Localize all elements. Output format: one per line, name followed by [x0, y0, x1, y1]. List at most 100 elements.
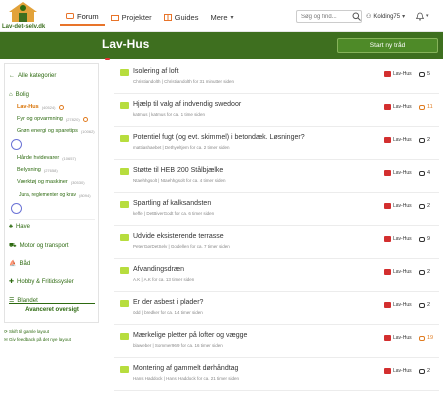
thread-row[interactable]: Er der asbest i plader? ödd | bredker for…	[114, 297, 439, 325]
comment-icon	[419, 368, 425, 374]
sidebar-item-fyr[interactable]: Fyr og opvarmning (27820)	[17, 116, 88, 122]
forum-tag[interactable]: Lav-Hus	[384, 71, 412, 77]
chat-icon	[66, 12, 74, 19]
thread-title[interactable]: Udvide eksisterende terrasse	[133, 233, 224, 240]
sidebar-item-label: Hårde hvidevarer	[17, 155, 60, 161]
puzzle-icon: ✚	[9, 279, 15, 285]
forum-icon	[384, 137, 391, 143]
thread-title[interactable]: Potentiel fugt (og evt. skimmel) i beton…	[133, 134, 305, 141]
sidebar-item-bolig[interactable]: ⌂ Bolig	[9, 92, 29, 98]
sidebar-item-belysning[interactable]: Belysning (27658)	[17, 167, 58, 173]
sidebar-item-label: Hobby & Fritidssysler	[17, 278, 74, 285]
layout-links: ⟳ Skift til gamle layout ✉ Giv feedback …	[4, 329, 71, 345]
top-bar: Lav-det-selv.dk Forum Projekter Guides M…	[0, 0, 443, 32]
thread-row[interactable]: Støtte til HEB 200 Stålbjælke Ntaehhgsolt…	[114, 165, 439, 193]
thread-row[interactable]: Montering af gammelt dørhåndtag Hans Hadd…	[114, 363, 439, 391]
user-menu[interactable]: ⚇ Kolding75 ▾	[366, 13, 405, 21]
divider	[9, 219, 95, 220]
thread-title[interactable]: Isolering af loft	[133, 68, 179, 75]
nav-guides[interactable]: Guides	[158, 8, 205, 26]
thread-meta: ödd | bredker for ca. 14 timer siden	[133, 310, 203, 315]
site-logo[interactable]: Lav-det-selv.dk	[2, 1, 48, 31]
nav-projekter-label: Projekter	[121, 12, 152, 22]
thread-row[interactable]: Mærkelige pletter på lofter og vægge blaw…	[114, 330, 439, 358]
book-icon	[163, 13, 172, 21]
forum-tag[interactable]: Lav-Hus	[384, 170, 412, 176]
sidebar-item-hobby[interactable]: ✚ Hobby & Fritidssysler	[9, 278, 74, 286]
annotation-circle	[11, 203, 22, 214]
sidebar-item-lav-hus[interactable]: Lav-Hus (40524)	[17, 104, 64, 110]
new-thread-button[interactable]: Start ny tråd	[337, 38, 438, 53]
sidebar-item-label: Lav-Hus	[17, 104, 39, 110]
comment-icon	[419, 302, 425, 308]
forum-tag[interactable]: Lav-Hus	[384, 335, 412, 341]
sidebar-item-vaerktoej[interactable]: Værktøj og maskiner (30530)	[17, 179, 85, 185]
sidebar-item-motor[interactable]: ⛟ Motor og transport	[9, 242, 69, 250]
reply-count: 9	[419, 236, 430, 242]
thread-row[interactable]: Afvandingsdræn A.K | A.K for ca. 13 timer…	[114, 264, 439, 292]
sidebar-item-have[interactable]: ♣ Have	[9, 224, 30, 230]
thread-title[interactable]: Er der asbest i plader?	[133, 299, 203, 306]
thread-row[interactable]: Hjælp til valg af indvendig swedoor katmu…	[114, 99, 439, 127]
reply-number: 4	[427, 170, 431, 176]
link-label: Skift til gamle layout	[9, 329, 50, 334]
advanced-overview-button[interactable]: Avanceret oversigt	[9, 303, 95, 315]
thread-row[interactable]: Isolering af loft Christiandolth | Christ…	[114, 66, 439, 94]
reply-number: 2	[427, 137, 431, 143]
forum-icon	[384, 335, 391, 341]
forum-tag[interactable]: Lav-Hus	[384, 236, 412, 242]
nav-forum[interactable]: Forum	[60, 8, 105, 26]
sidebar-item-label: Værktøj og maskiner	[17, 179, 68, 185]
feedback-link[interactable]: ✉ Giv feedback på det nye layout	[4, 337, 71, 343]
sidebar-item-label: Belysning	[17, 167, 41, 173]
forum-tag[interactable]: Lav-Hus	[384, 137, 412, 143]
sidebar-item-all[interactable]: ← Alle kategorier	[9, 73, 56, 79]
category-sidebar: ← Alle kategorier ⌂ Bolig Lav-Hus (40524…	[4, 63, 99, 323]
sidebar-item-jura[interactable]: Jura, reglementer og krav (8094)	[19, 192, 91, 198]
thread-title[interactable]: Spartling af kalksandsten	[133, 200, 211, 207]
reply-count: 19	[419, 335, 433, 341]
comment-icon	[419, 335, 425, 341]
bell-icon[interactable]	[416, 12, 424, 21]
nav-projekter[interactable]: Projekter	[105, 8, 158, 26]
switch-layout-link[interactable]: ⟳ Skift til gamle layout	[4, 329, 71, 335]
thread-row[interactable]: Spartling af kalksandsten keffe | DetBive…	[114, 198, 439, 226]
forum-name: Lav-Hus	[393, 137, 412, 143]
thread-title[interactable]: Hjælp til valg af indvendig swedoor	[133, 101, 241, 108]
sidebar-item-groen[interactable]: Grøn energi og sparetips (10062)	[17, 128, 95, 134]
thread-meta: mattiashaebet | Dethyeltjem for ca. 2 ti…	[133, 145, 230, 150]
house-logo-icon	[9, 2, 37, 22]
reply-count: 2	[419, 203, 430, 209]
category-count: (10062)	[80, 128, 95, 134]
comment-icon	[419, 236, 425, 242]
comment-icon	[419, 71, 425, 77]
forum-tag[interactable]: Lav-Hus	[384, 368, 412, 374]
reply-number: 2	[427, 368, 431, 374]
thread-title[interactable]: Mærkelige pletter på lofter og vægge	[133, 332, 247, 339]
forum-tag[interactable]: Lav-Hus	[384, 269, 412, 275]
circle-icon	[82, 116, 88, 122]
sidebar-item-label: Grøn energi og sparetips	[17, 128, 78, 134]
comment-icon	[419, 170, 425, 176]
thread-row[interactable]: Potentiel fugt (og evt. skimmel) i beton…	[114, 132, 439, 160]
thread-icon	[120, 69, 129, 76]
nav-mere[interactable]: Mere ▾	[204, 8, 239, 26]
thread-title[interactable]: Støtte til HEB 200 Stålbjælke	[133, 167, 223, 174]
category-count: (10657)	[62, 155, 76, 161]
forum-name: Lav-Hus	[393, 302, 412, 308]
thread-icon	[120, 234, 129, 241]
search-icon[interactable]	[352, 12, 361, 21]
thread-icon	[120, 333, 129, 340]
sidebar-item-baad[interactable]: ⛵ Båd	[9, 260, 30, 268]
thread-icon	[120, 366, 129, 373]
forum-tag[interactable]: Lav-Hus	[384, 104, 412, 110]
forum-icon	[384, 104, 391, 110]
forum-tag[interactable]: Lav-Hus	[384, 302, 412, 308]
forum-tag[interactable]: Lav-Hus	[384, 203, 412, 209]
link-label: Giv feedback på det nye layout	[9, 337, 71, 342]
reply-number: 5	[427, 71, 431, 77]
thread-title[interactable]: Montering af gammelt dørhåndtag	[133, 365, 238, 372]
thread-title[interactable]: Afvandingsdræn	[133, 266, 184, 273]
sidebar-item-hvidevarer[interactable]: Hårde hvidevarer (10657)	[17, 155, 76, 161]
thread-row[interactable]: Udvide eksisterende terrasse PeterGørDetS…	[114, 231, 439, 259]
